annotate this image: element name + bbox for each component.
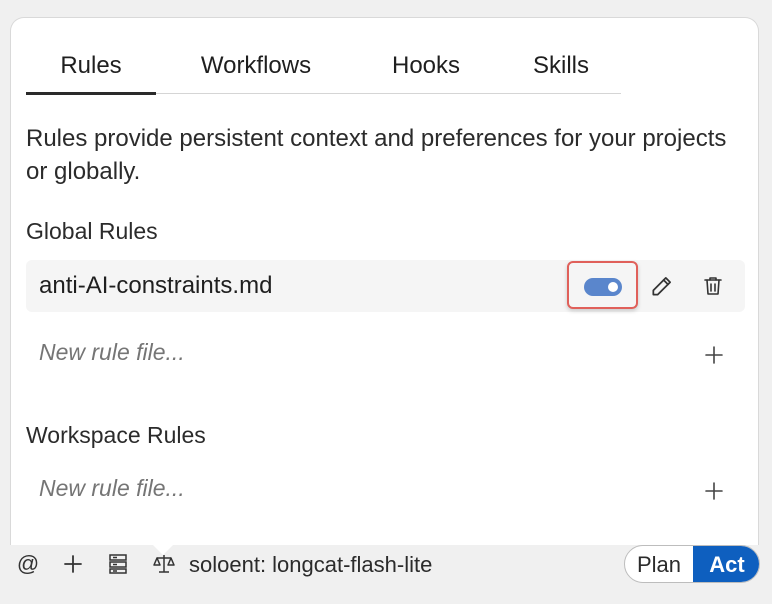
global-rules-title: Global Rules bbox=[26, 218, 158, 244]
rules-description: Rules provide persistent context and pre… bbox=[26, 125, 727, 185]
add-icon[interactable] bbox=[61, 551, 85, 577]
rule-toggle-highlight bbox=[567, 261, 638, 309]
rule-name: anti-AI-constraints.md bbox=[39, 272, 273, 299]
rule-item: anti-AI-constraints.md bbox=[26, 260, 745, 312]
workspace-rules-title: Workspace Rules bbox=[26, 422, 206, 448]
workspace-new-rule-input[interactable] bbox=[39, 475, 439, 502]
tab-skills[interactable]: Skills bbox=[521, 38, 601, 94]
scale-icon[interactable] bbox=[151, 551, 177, 577]
tab-hooks[interactable]: Hooks bbox=[381, 38, 471, 94]
model-selector[interactable]: soloent: longcat-flash-lite bbox=[189, 552, 432, 578]
chat-bottom-bar: @ soloent: longcat-flash-lite Plan Act bbox=[0, 545, 772, 604]
tab-bar: Rules Workflows Hooks Skills bbox=[26, 38, 621, 95]
add-global-rule-plus-icon[interactable] bbox=[702, 343, 726, 367]
at-icon[interactable]: @ bbox=[15, 551, 41, 577]
trash-icon[interactable] bbox=[699, 272, 727, 300]
rules-panel: Rules Workflows Hooks Skills Rules provi… bbox=[10, 17, 759, 545]
tab-rules[interactable]: Rules bbox=[26, 38, 156, 95]
toggle-knob bbox=[608, 282, 618, 292]
global-new-rule-input[interactable] bbox=[39, 339, 439, 366]
pencil-icon[interactable] bbox=[648, 272, 676, 300]
tab-workflows[interactable]: Workflows bbox=[181, 38, 331, 94]
plan-mode-button[interactable]: Plan bbox=[625, 546, 693, 582]
server-icon[interactable] bbox=[106, 551, 130, 577]
add-workspace-rule-plus-icon[interactable] bbox=[702, 479, 726, 503]
act-mode-button[interactable]: Act bbox=[693, 546, 759, 582]
plan-act-toggle[interactable]: Plan Act bbox=[624, 545, 760, 583]
rule-enabled-toggle[interactable] bbox=[584, 278, 622, 296]
